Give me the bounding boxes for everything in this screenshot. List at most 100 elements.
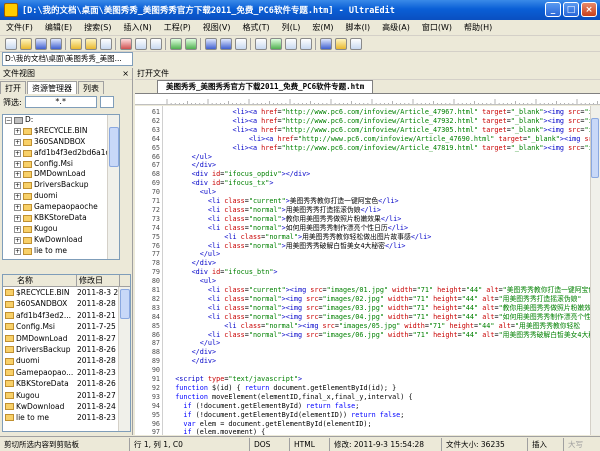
settings-icon[interactable]	[334, 37, 347, 50]
line-number: 86	[151, 330, 160, 339]
expand-icon[interactable]: +	[14, 127, 21, 135]
file-tab[interactable]: 美图秀秀_美图秀秀官方下载2011_免费_PC6软件专题.htm	[157, 80, 374, 93]
menu-0[interactable]: 文件(F)	[0, 22, 39, 33]
filter-input[interactable]: *.*	[24, 96, 97, 108]
file-list-scrollbar[interactable]	[118, 287, 130, 431]
menu-6[interactable]: 格式(T)	[237, 22, 276, 33]
tree-scrollbar[interactable]	[107, 115, 119, 259]
file-row[interactable]: lie to me 2011-8-23 1	[3, 412, 130, 423]
tree-item[interactable]: + DriversBackup	[3, 180, 119, 191]
editor-scroll-thumb[interactable]	[591, 118, 599, 178]
expand-icon[interactable]: +	[14, 247, 21, 255]
menu-5[interactable]: 视图(V)	[197, 22, 237, 33]
menu-7[interactable]: 列(L)	[276, 22, 307, 33]
column-modified[interactable]: 修改日	[77, 275, 120, 286]
cut-icon[interactable]	[119, 37, 132, 50]
file-row[interactable]: Kugou 2011-8-27 1	[3, 390, 130, 401]
collapse-icon[interactable]: −	[5, 116, 12, 124]
menu-9[interactable]: 脚本(I)	[340, 22, 377, 33]
file-list-scroll-thumb[interactable]	[120, 289, 130, 319]
redo-icon[interactable]	[184, 37, 197, 50]
back-icon[interactable]	[34, 37, 47, 50]
file-row[interactable]: duomi 2011-8-28 1	[3, 355, 130, 366]
tree-drive[interactable]: − D:	[3, 115, 119, 126]
paste-icon[interactable]	[149, 37, 162, 50]
tree-item[interactable]: + DMDownLoad	[3, 169, 119, 180]
minimize-button[interactable]: _	[545, 2, 561, 17]
tree-item[interactable]: +360SANDBOX	[3, 137, 119, 148]
hex-icon[interactable]	[254, 37, 267, 50]
forward-icon[interactable]	[49, 37, 62, 50]
expand-icon[interactable]: +	[14, 225, 21, 233]
file-row[interactable]: Config.Msi 2011-7-25 0	[3, 321, 130, 332]
column-name[interactable]: 名称	[3, 275, 77, 286]
goto-icon[interactable]	[234, 37, 247, 50]
file-name: duomi	[16, 356, 40, 366]
tree-item[interactable]: + KwDownload	[3, 235, 119, 246]
tab-icon[interactable]	[299, 37, 312, 50]
tree-scroll-thumb[interactable]	[109, 127, 119, 167]
tree-item[interactable]: + Config.Msi	[3, 159, 119, 170]
file-row[interactable]: DriversBackup 2011-8-26 1	[3, 344, 130, 355]
expand-icon[interactable]: +	[14, 160, 21, 168]
expand-icon[interactable]: +	[14, 193, 21, 201]
save-icon[interactable]	[69, 37, 82, 50]
expand-icon[interactable]: +	[14, 204, 21, 212]
tab-open[interactable]: 打开	[0, 81, 26, 94]
file-row[interactable]: DMDownLoad 2011-8-27 1	[3, 333, 130, 344]
menu-3[interactable]: 插入(N)	[117, 22, 157, 33]
help-icon[interactable]	[349, 37, 362, 50]
replace-icon[interactable]	[219, 37, 232, 50]
file-view-close-icon[interactable]: ×	[122, 68, 129, 80]
tree-item[interactable]: + KBKStoreData	[3, 213, 119, 224]
status-insert-mode[interactable]: 插入	[528, 437, 564, 451]
menu-12[interactable]: 帮助(H)	[458, 22, 498, 33]
filter-label: 筛选:	[3, 97, 22, 107]
menu-2[interactable]: 搜索(S)	[78, 22, 117, 33]
save-all-icon[interactable]	[84, 37, 97, 50]
tab-list[interactable]: 列表	[78, 81, 104, 94]
file-row[interactable]: KBKStoreData 2011-8-26 1	[3, 378, 130, 389]
code-line: <li><a href="http://www.pc6.com/infoview…	[248, 134, 590, 143]
close-button[interactable]: ×	[581, 2, 597, 17]
tree-item[interactable]: + afd1b4f3ed2bd6a1d3	[3, 148, 119, 159]
undo-icon[interactable]	[169, 37, 182, 50]
new-icon[interactable]	[4, 37, 17, 50]
editor-scrollbar[interactable]	[590, 106, 600, 435]
print-icon[interactable]	[99, 37, 112, 50]
file-row[interactable]: $RECYCLE.BIN 2011-8-3 21	[3, 287, 130, 298]
code-area[interactable]: 61 <li><a href="http://www.pc6.com/infov…	[135, 106, 590, 435]
file-row[interactable]: afd1b4f3ed2... 2011-8-21 2	[3, 310, 130, 321]
expand-icon[interactable]: +	[14, 171, 21, 179]
title-bar[interactable]: [D:\我的文档\桌面\美图秀秀_美图秀秀官方下载2011_免费_PC6软件专题…	[0, 0, 600, 20]
file-row[interactable]: Gamepaopao... 2011-8-23 1	[3, 367, 130, 378]
browser-icon[interactable]	[319, 37, 332, 50]
tree-item[interactable]: + Gamepaopaoche	[3, 202, 119, 213]
expand-icon[interactable]: +	[14, 236, 21, 244]
find-icon[interactable]	[204, 37, 217, 50]
open-icon[interactable]	[19, 37, 32, 50]
menu-1[interactable]: 编辑(E)	[39, 22, 78, 33]
menu-10[interactable]: 高级(A)	[376, 22, 416, 33]
expand-icon[interactable]: +	[14, 214, 21, 222]
tab-explorer[interactable]: 资源管理器	[27, 81, 77, 94]
folder-icon	[5, 368, 14, 376]
maximize-button[interactable]: □	[563, 2, 579, 17]
file-row[interactable]: 360SANDBOX 2011-8-28 2	[3, 298, 130, 309]
copy-icon[interactable]	[134, 37, 147, 50]
expand-icon[interactable]: +	[14, 149, 21, 157]
menu-8[interactable]: 宏(M)	[306, 22, 339, 33]
column-icon[interactable]	[284, 37, 297, 50]
menu-11[interactable]: 窗口(W)	[416, 22, 458, 33]
expand-icon[interactable]: +	[14, 138, 21, 146]
tree-item[interactable]: + $RECYCLE.BIN	[3, 126, 119, 137]
path-field[interactable]: D:\我的文档\桌面\美图秀秀_美图...	[2, 52, 133, 66]
expand-icon[interactable]: +	[14, 182, 21, 190]
tree-item[interactable]: + lie to me	[3, 246, 119, 257]
tree-item[interactable]: + duomi	[3, 191, 119, 202]
tree-item[interactable]: + Kugou	[3, 224, 119, 235]
filter-folder-button[interactable]	[99, 96, 114, 108]
wordwrap-icon[interactable]	[269, 37, 282, 50]
file-row[interactable]: KwDownload 2011-8-24 1	[3, 401, 130, 412]
menu-4[interactable]: 工程(P)	[158, 22, 197, 33]
